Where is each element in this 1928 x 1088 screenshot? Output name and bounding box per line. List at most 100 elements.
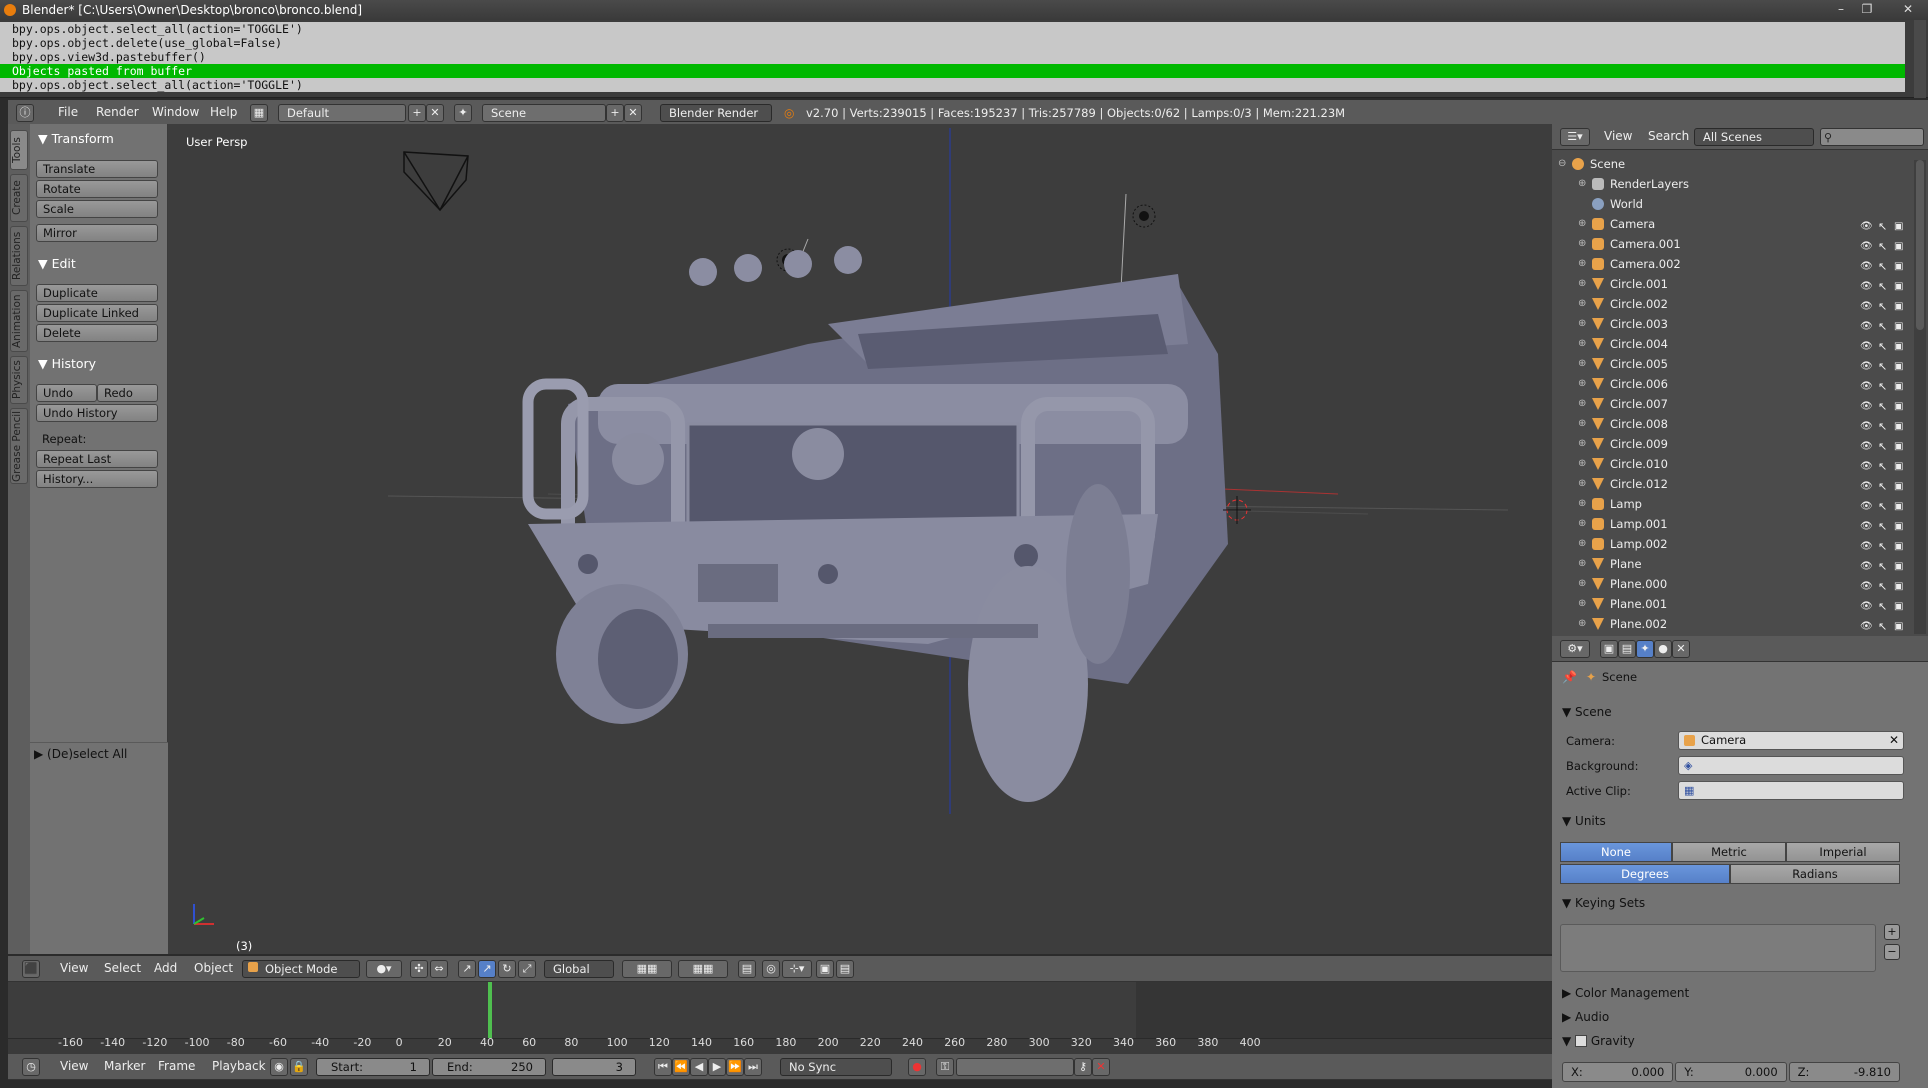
clear-camera-icon[interactable]: ✕	[1889, 733, 1899, 747]
current-frame-marker[interactable]	[488, 982, 492, 1038]
outliner-item[interactable]: ⊕ Circle.006 👁 ↖ ▣	[1552, 374, 1914, 394]
visibility-eye-icon[interactable]: 👁	[1860, 597, 1874, 612]
jump-prev-key-icon[interactable]: ⏪	[672, 1058, 690, 1076]
visibility-eye-icon[interactable]: 👁	[1860, 337, 1874, 352]
maximize-button[interactable]: ❐	[1856, 0, 1878, 18]
renderable-camera-icon[interactable]: ▣	[1894, 597, 1908, 612]
mode-select[interactable]: Object Mode	[242, 960, 360, 978]
render-engine-select[interactable]: Blender Render	[660, 104, 772, 122]
gravity-checkbox[interactable]	[1575, 1035, 1588, 1047]
outliner-filter-select[interactable]: All Scenes	[1694, 128, 1814, 146]
expand-icon[interactable]: ⊕	[1578, 174, 1586, 194]
editor-type-icon[interactable]: ⬛	[22, 960, 40, 978]
renderable-camera-icon[interactable]: ▣	[1894, 357, 1908, 372]
visibility-eye-icon[interactable]: 👁	[1860, 377, 1874, 392]
log-scrollbar[interactable]	[1914, 20, 1926, 98]
selectable-cursor-icon[interactable]: ↖	[1878, 377, 1890, 393]
gravity-z-field[interactable]: Z: -9.810	[1788, 1062, 1900, 1082]
background-field[interactable]	[1678, 756, 1904, 775]
tab-grease-pencil[interactable]: Grease Pencil	[10, 408, 28, 484]
tab-create[interactable]: Create	[10, 174, 28, 222]
renderable-camera-icon[interactable]: ▣	[1894, 317, 1908, 332]
minimize-button[interactable]: –	[1830, 0, 1852, 18]
outliner-root[interactable]: ⊖ Scene	[1552, 154, 1914, 174]
3d-viewport[interactable]: User Persp (3)	[168, 124, 1552, 954]
editor-type-icon[interactable]: ⓘ	[16, 104, 34, 122]
selectable-cursor-icon[interactable]: ↖	[1878, 617, 1890, 633]
orientation-select[interactable]: Global	[544, 960, 614, 978]
add-layout-icon[interactable]: +	[408, 104, 426, 122]
translate-button[interactable]: Translate	[36, 160, 158, 178]
outliner-item[interactable]: ⊕ Circle.003 👁 ↖ ▣	[1552, 314, 1914, 334]
selectable-cursor-icon[interactable]: ↖	[1878, 417, 1890, 433]
expand-icon[interactable]: ⊕	[1578, 554, 1586, 574]
units-panel-header[interactable]: ▼ Units	[1562, 814, 1606, 828]
visibility-eye-icon[interactable]: 👁	[1860, 217, 1874, 232]
expand-icon[interactable]: ⊕	[1578, 514, 1586, 534]
visibility-eye-icon[interactable]: 👁	[1860, 437, 1874, 452]
tab-animation[interactable]: Animation	[10, 290, 28, 352]
scene-icon[interactable]: ✦	[454, 104, 472, 122]
renderable-camera-icon[interactable]: ▣	[1894, 337, 1908, 352]
render-anim-icon[interactable]: ▤	[836, 960, 854, 978]
duplicate-linked-button[interactable]: Duplicate Linked	[36, 304, 158, 322]
shading-select[interactable]: ●▾	[366, 960, 402, 978]
manipulator-toggle-icon[interactable]: ⇔	[430, 960, 448, 978]
expand-icon[interactable]: ⊕	[1578, 294, 1586, 314]
visibility-eye-icon[interactable]: 👁	[1860, 237, 1874, 252]
screen-layout-icon[interactable]: ▦	[250, 104, 268, 122]
rotation-degrees-button[interactable]: Degrees	[1560, 864, 1730, 884]
keying-icon[interactable]: ⚿	[936, 1058, 954, 1076]
outliner-item[interactable]: ⊕ Circle.007 👁 ↖ ▣	[1552, 394, 1914, 414]
world-tab-icon[interactable]: ●	[1654, 640, 1672, 658]
menu-frame[interactable]: Frame	[158, 1059, 195, 1073]
renderable-camera-icon[interactable]: ▣	[1894, 257, 1908, 272]
add-scene-icon[interactable]: +	[606, 104, 624, 122]
expand-icon[interactable]: ⊕	[1578, 254, 1586, 274]
current-frame-field[interactable]: 3	[552, 1058, 636, 1076]
scene-field[interactable]: Scene	[482, 104, 606, 122]
menu-window[interactable]: Window	[152, 105, 199, 119]
outliner-item[interactable]: World	[1552, 194, 1914, 214]
menu-render[interactable]: Render	[96, 105, 139, 119]
visibility-eye-icon[interactable]: 👁	[1860, 277, 1874, 292]
remove-layout-icon[interactable]: ✕	[426, 104, 444, 122]
selectable-cursor-icon[interactable]: ↖	[1878, 337, 1890, 353]
lock-layers-icon[interactable]: ▤	[738, 960, 756, 978]
visibility-eye-icon[interactable]: 👁	[1860, 317, 1874, 332]
outliner-item[interactable]: ⊕ Circle.012 👁 ↖ ▣	[1552, 474, 1914, 494]
visibility-eye-icon[interactable]: 👁	[1860, 397, 1874, 412]
close-window-button[interactable]: ✕	[1890, 0, 1926, 18]
selectable-cursor-icon[interactable]: ↖	[1878, 237, 1890, 253]
menu-select[interactable]: Select	[104, 961, 141, 975]
renderable-camera-icon[interactable]: ▣	[1894, 517, 1908, 532]
layers-b-icon[interactable]: ▦▦	[678, 960, 728, 978]
editor-type-icon[interactable]: ☰▾	[1560, 128, 1590, 146]
visibility-eye-icon[interactable]: 👁	[1860, 257, 1874, 272]
undo-history-button[interactable]: Undo History	[36, 404, 158, 422]
selectable-cursor-icon[interactable]: ↖	[1878, 317, 1890, 333]
outliner-item[interactable]: ⊕ Lamp 👁 ↖ ▣	[1552, 494, 1914, 514]
renderable-camera-icon[interactable]: ▣	[1894, 217, 1908, 232]
duplicate-button[interactable]: Duplicate	[36, 284, 158, 302]
menu-view[interactable]: View	[60, 1059, 88, 1073]
renderable-camera-icon[interactable]: ▣	[1894, 277, 1908, 292]
jump-next-key-icon[interactable]: ⏩	[726, 1058, 744, 1076]
repeat-last-button[interactable]: Repeat Last	[36, 450, 158, 468]
panel-history-header[interactable]: ▼ History	[38, 356, 170, 374]
layers-a-icon[interactable]: ▦▦	[622, 960, 672, 978]
outliner-item[interactable]: ⊕ Plane 👁 ↖ ▣	[1552, 554, 1914, 574]
gravity-header[interactable]: ▼ Gravity	[1562, 1034, 1635, 1048]
layers-tab-icon[interactable]: ▤	[1618, 640, 1636, 658]
renderable-camera-icon[interactable]: ▣	[1894, 417, 1908, 432]
expand-icon[interactable]: ⊕	[1578, 374, 1586, 394]
selectable-cursor-icon[interactable]: ↖	[1878, 537, 1890, 553]
render-tab-icon[interactable]: ▣	[1600, 640, 1618, 658]
snap-icon[interactable]: ⊹▾	[782, 960, 812, 978]
editor-type-icon[interactable]: ◷	[22, 1058, 40, 1076]
delete-button[interactable]: Delete	[36, 324, 158, 342]
expand-icon[interactable]: ⊕	[1578, 334, 1586, 354]
expand-icon[interactable]: ⊕	[1578, 574, 1586, 594]
renderable-camera-icon[interactable]: ▣	[1894, 237, 1908, 252]
selectable-cursor-icon[interactable]: ↖	[1878, 497, 1890, 513]
